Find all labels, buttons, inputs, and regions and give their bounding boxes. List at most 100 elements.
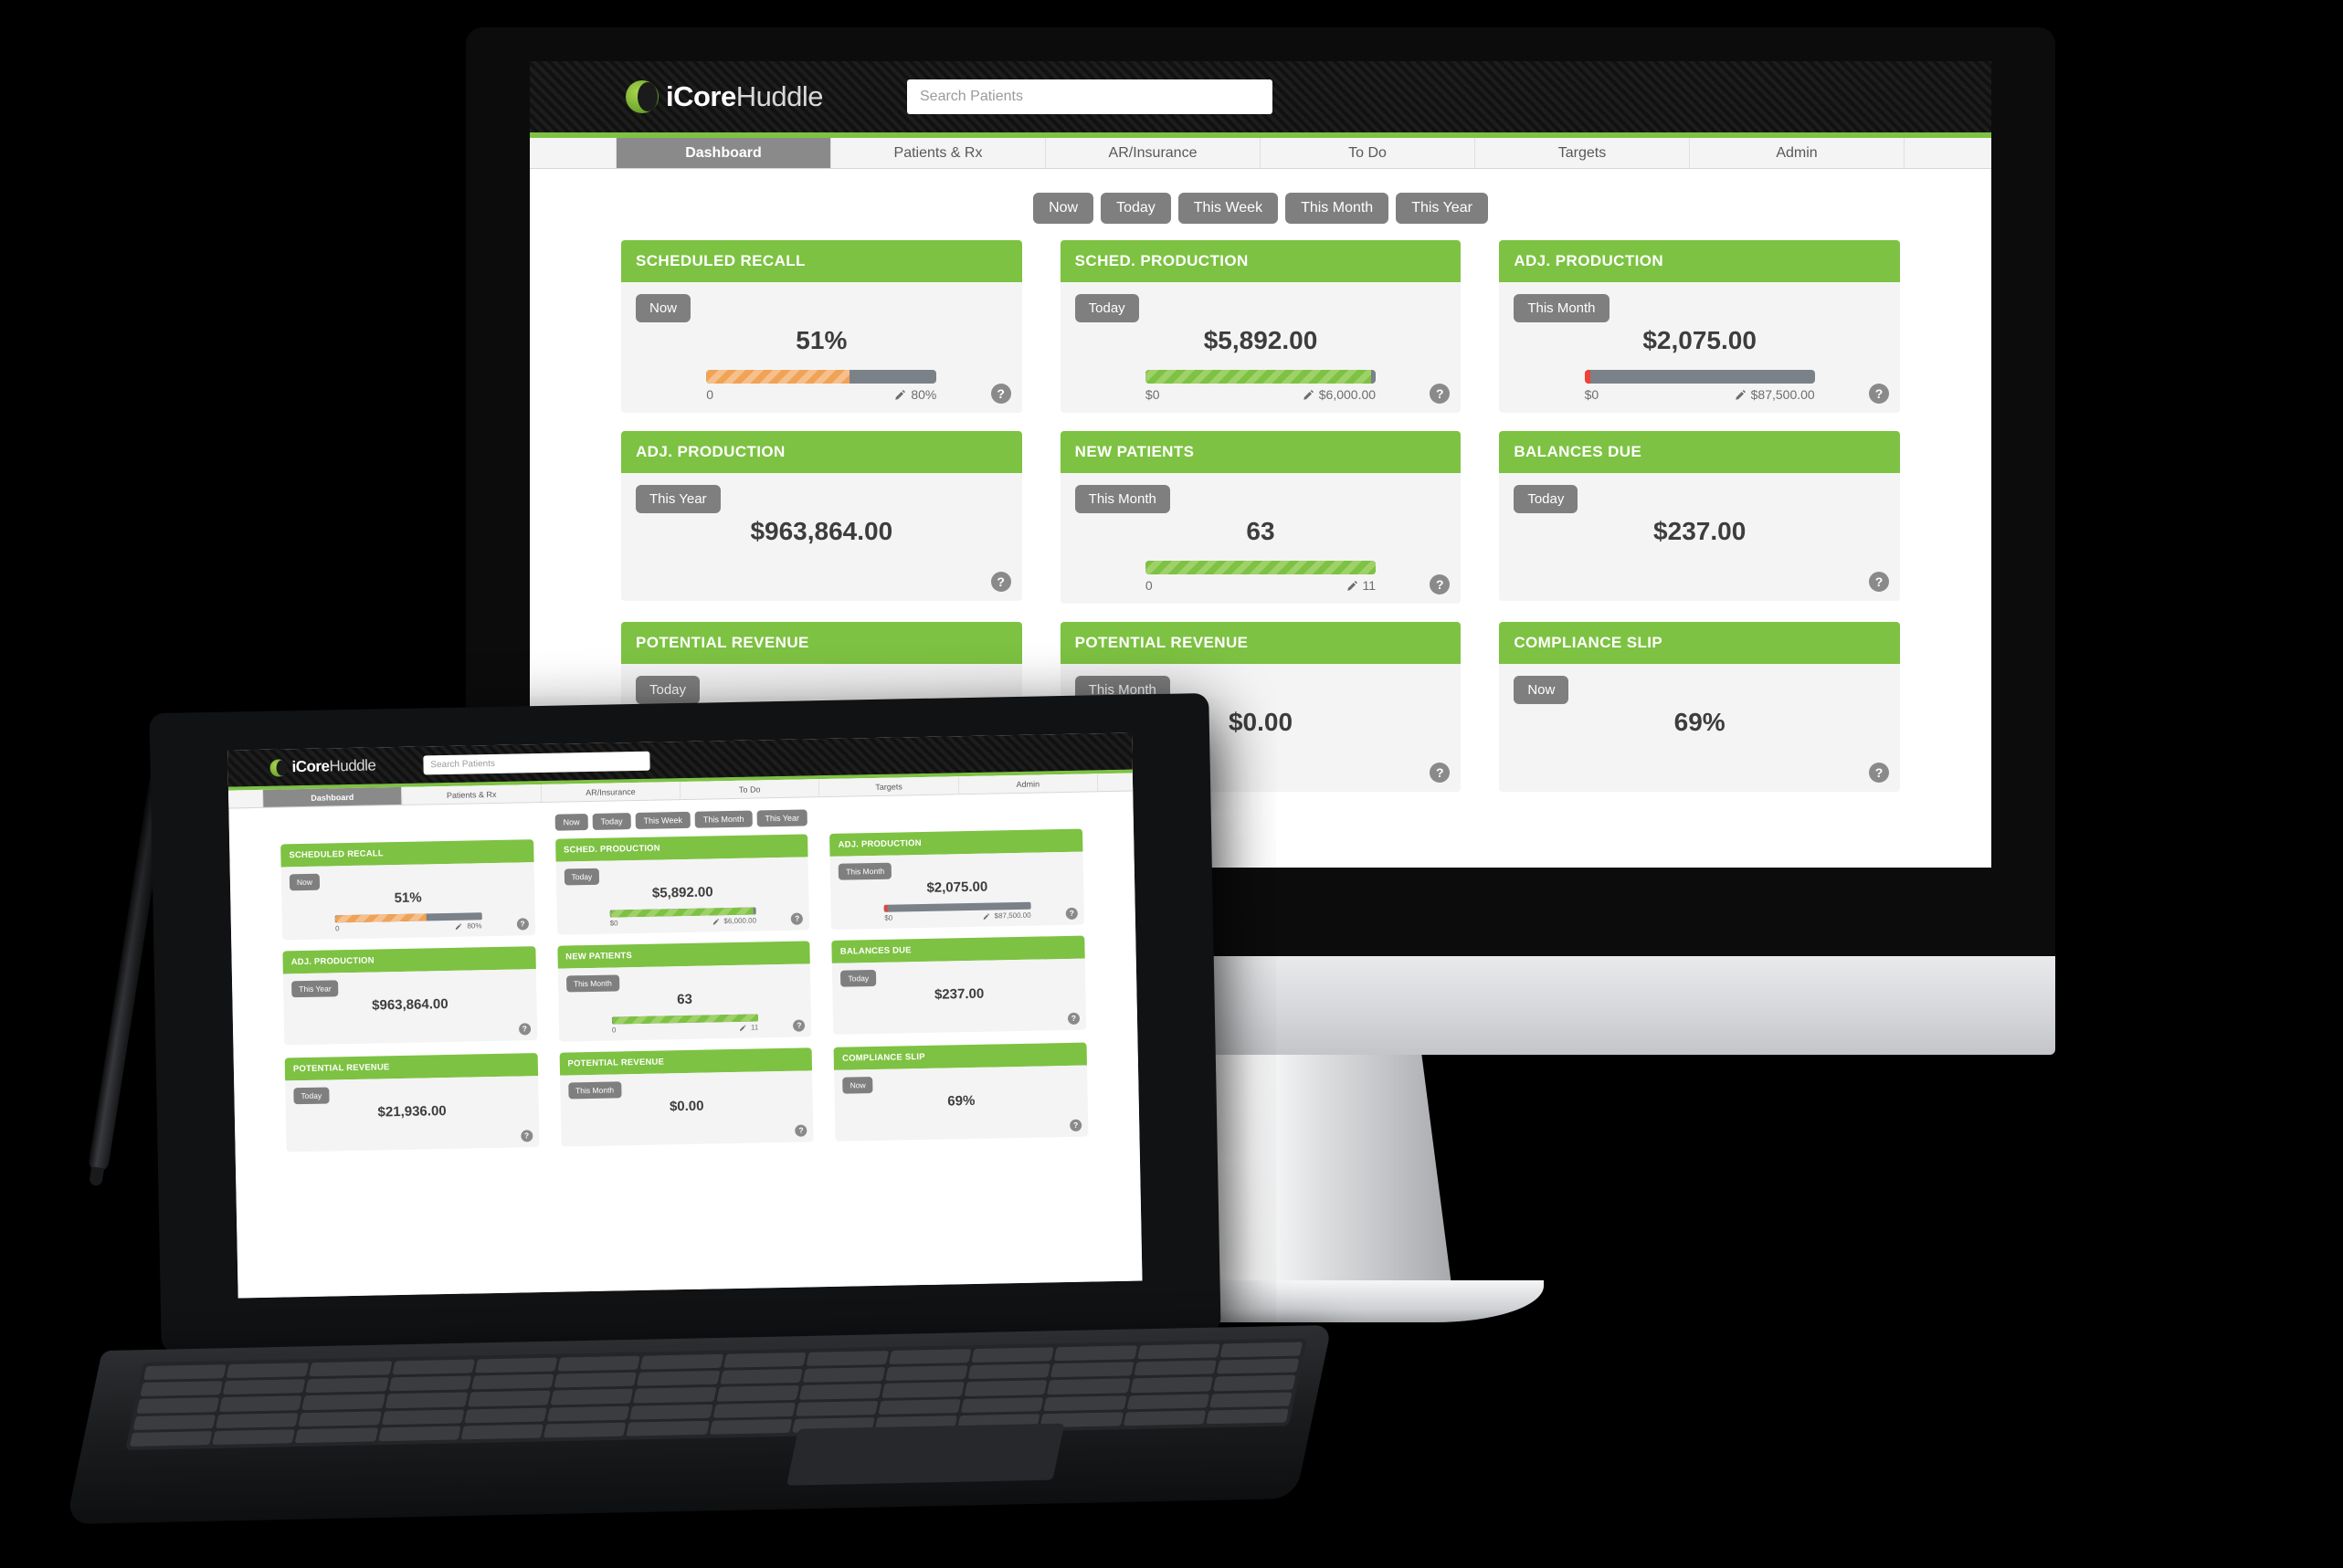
help-icon[interactable]: ? (793, 1019, 806, 1032)
help-icon[interactable]: ? (516, 918, 529, 931)
key[interactable] (629, 1404, 713, 1420)
metric-card-period-chip[interactable]: This Year (636, 485, 721, 513)
key[interactable] (543, 1422, 627, 1438)
metric-card-period-chip[interactable]: Today (840, 969, 877, 987)
help-icon[interactable]: ? (520, 1130, 533, 1142)
key[interactable] (546, 1405, 630, 1422)
metric-card-period-chip[interactable]: This Month (565, 974, 620, 993)
key[interactable] (557, 1355, 641, 1372)
filter-this-month[interactable]: This Month (694, 810, 753, 828)
progress-goal-editable[interactable]: $87,500.00 (1735, 387, 1815, 402)
metric-card-period-chip[interactable]: Today (564, 868, 600, 886)
key[interactable] (637, 1370, 720, 1387)
key[interactable] (554, 1372, 638, 1388)
key[interactable] (723, 1352, 807, 1368)
key[interactable] (1043, 1394, 1127, 1411)
key[interactable] (301, 1394, 385, 1410)
metric-card-period-chip[interactable]: Now (289, 873, 321, 891)
search-input[interactable] (907, 79, 1272, 114)
key[interactable] (1126, 1394, 1210, 1410)
key[interactable] (971, 1347, 1055, 1363)
filter-this-month[interactable]: This Month (1285, 193, 1389, 224)
user-avatar-icon-tablet[interactable] (1071, 744, 1086, 760)
key[interactable] (129, 1430, 213, 1447)
key[interactable] (967, 1363, 1051, 1380)
key[interactable] (309, 1361, 393, 1377)
key[interactable] (884, 1365, 968, 1382)
key[interactable] (298, 1410, 382, 1426)
filter-this-week[interactable]: This Week (635, 811, 691, 830)
key[interactable] (1054, 1345, 1137, 1362)
key[interactable] (392, 1359, 475, 1375)
key[interactable] (798, 1384, 882, 1400)
tab-patients-rx[interactable]: Patients & Rx (831, 138, 1046, 168)
key[interactable] (388, 1375, 471, 1392)
metric-card-period-chip[interactable]: This Month (1514, 294, 1609, 322)
key[interactable] (132, 1414, 216, 1430)
metric-card-period-chip[interactable]: This Year (291, 980, 339, 998)
key[interactable] (633, 1387, 717, 1404)
progress-goal-editable[interactable]: 11 (1346, 578, 1376, 593)
metric-card-period-chip[interactable]: This Month (1074, 485, 1170, 513)
filter-today[interactable]: Today (1101, 193, 1171, 224)
help-icon[interactable]: ? (518, 1023, 531, 1036)
help-icon[interactable]: ? (1065, 907, 1078, 920)
key[interactable] (626, 1420, 710, 1436)
tab-to-do[interactable]: To Do (1261, 138, 1475, 168)
filter-now[interactable]: Now (554, 814, 588, 831)
key[interactable] (136, 1397, 220, 1414)
key[interactable] (1136, 1343, 1220, 1360)
key[interactable] (878, 1398, 962, 1415)
key[interactable] (960, 1396, 1044, 1413)
key[interactable] (381, 1409, 465, 1426)
tab-ar-insurance[interactable]: AR/Insurance (541, 782, 681, 802)
progress-goal-editable[interactable]: 11 (739, 1023, 758, 1032)
progress-goal-editable[interactable]: $6,000.00 (712, 916, 756, 925)
metric-card-period-chip[interactable]: Today (1514, 485, 1578, 513)
key[interactable] (460, 1424, 544, 1440)
key[interactable] (802, 1367, 886, 1384)
key[interactable] (377, 1426, 461, 1442)
key[interactable] (1133, 1360, 1217, 1376)
help-icon[interactable]: ? (791, 912, 804, 925)
user-avatar-icon[interactable] (1873, 83, 1898, 110)
key[interactable] (216, 1412, 300, 1428)
key[interactable] (719, 1369, 803, 1385)
key[interactable] (550, 1389, 634, 1405)
key[interactable] (888, 1349, 972, 1365)
help-icon[interactable]: ? (1868, 763, 1889, 783)
key[interactable] (881, 1382, 965, 1398)
key[interactable] (385, 1392, 469, 1408)
tab-admin[interactable]: Admin (958, 773, 1099, 795)
filter-now[interactable]: Now (1033, 193, 1094, 224)
help-icon[interactable]: ? (990, 384, 1011, 404)
progress-goal-editable[interactable]: 80% (455, 921, 482, 931)
key[interactable] (806, 1351, 889, 1367)
help-icon[interactable]: ? (1868, 572, 1889, 592)
metric-card-period-chip[interactable]: Today (636, 676, 701, 704)
key[interactable] (219, 1395, 302, 1412)
key[interactable] (964, 1380, 1048, 1396)
key[interactable] (140, 1381, 224, 1397)
filter-this-week[interactable]: This Week (1177, 193, 1279, 224)
key[interactable] (1047, 1378, 1131, 1394)
tab-patients-rx[interactable]: Patients & Rx (402, 784, 542, 805)
metric-card-period-chip[interactable]: Today (1074, 294, 1139, 322)
key[interactable] (295, 1427, 378, 1444)
key[interactable] (1212, 1374, 1296, 1391)
tab-dashboard[interactable]: Dashboard (263, 786, 403, 807)
key[interactable] (222, 1379, 306, 1395)
key[interactable] (1208, 1392, 1293, 1408)
progress-goal-editable[interactable]: 80% (894, 387, 936, 402)
key[interactable] (639, 1353, 723, 1370)
trackpad[interactable] (786, 1423, 1065, 1486)
tab-targets[interactable]: Targets (819, 776, 959, 797)
metric-card-period-chip[interactable]: Today (293, 1087, 330, 1105)
key[interactable] (143, 1364, 227, 1381)
key[interactable] (795, 1400, 879, 1416)
help-icon[interactable]: ? (795, 1124, 807, 1137)
help-icon[interactable]: ? (1430, 574, 1451, 595)
metric-card-period-chip[interactable]: Now (636, 294, 691, 322)
metric-card-period-chip[interactable]: This Month (567, 1081, 622, 1100)
help-icon[interactable]: ? (1868, 384, 1889, 404)
